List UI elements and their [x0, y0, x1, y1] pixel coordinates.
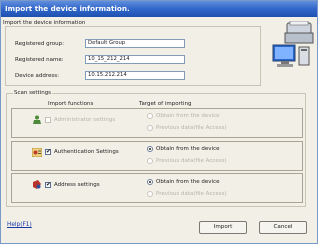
address-obtain-label: Obtain from the device	[156, 179, 220, 185]
administrator-settings-checkbox[interactable]	[45, 117, 51, 123]
address-settings-label: Address settings	[54, 182, 100, 188]
administrator-previous-radio[interactable]	[147, 125, 153, 131]
authentication-previous-radio[interactable]	[147, 158, 153, 164]
administrator-settings-label: Administrator settings	[54, 117, 116, 123]
registered-group-field: Default Group	[85, 39, 185, 48]
administrator-icon	[33, 115, 41, 124]
authentication-settings-checkbox[interactable]: ✔	[45, 148, 51, 155]
import-device-dialog: Import the device information. Import th…	[0, 0, 318, 244]
registered-name-field[interactable]: 10_15_212_214	[85, 55, 185, 64]
authentication-icon	[32, 148, 42, 157]
address-obtain-radio[interactable]	[147, 179, 153, 185]
address-book-icon	[33, 180, 41, 189]
device-address-label: Device address:	[15, 73, 60, 79]
scan-settings-label: Scan settings	[13, 90, 53, 96]
authentication-obtain-radio[interactable]	[147, 146, 153, 152]
help-link[interactable]: Help(F1)	[7, 222, 32, 228]
dialog-title: Import the device information.	[1, 1, 317, 17]
registered-group-label: Registered group:	[15, 41, 64, 47]
administrator-previous-label: Previous data(file Access)	[156, 125, 227, 131]
registered-name-label: Registered name:	[15, 57, 64, 63]
target-of-importing-header: Target of importing	[139, 101, 192, 107]
import-button[interactable]: Import	[199, 221, 247, 234]
authentication-previous-label: Previous data(file Access)	[156, 158, 227, 164]
printer-computer-icon	[272, 21, 314, 67]
authentication-settings-label: Authentication Settings	[54, 149, 119, 155]
cancel-button[interactable]: Cancel	[259, 221, 307, 234]
address-previous-label: Previous data(file Access)	[156, 191, 227, 197]
address-previous-radio[interactable]	[147, 191, 153, 197]
administrator-obtain-label: Obtain from the device	[156, 113, 220, 119]
device-address-field: 10.15.212.214	[85, 71, 185, 80]
import-functions-header: Import functions	[48, 101, 94, 107]
address-settings-row	[11, 173, 303, 203]
administrator-obtain-radio[interactable]	[147, 113, 153, 119]
address-settings-checkbox[interactable]: ✔	[45, 181, 51, 188]
authentication-obtain-label: Obtain from the device	[156, 146, 220, 152]
